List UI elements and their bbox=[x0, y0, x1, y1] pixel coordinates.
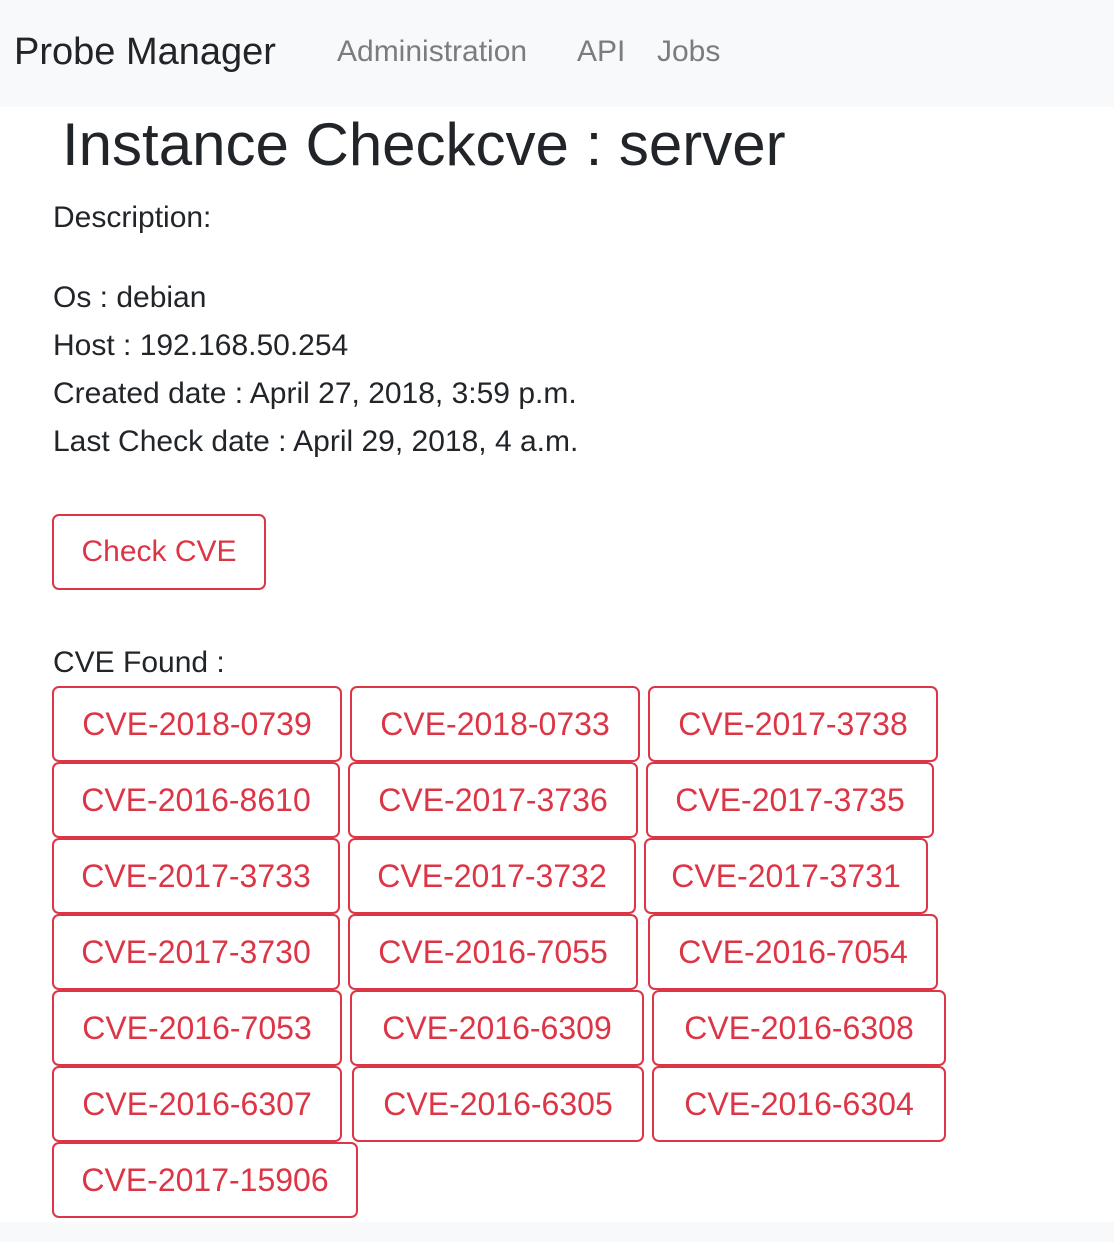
footer-strip bbox=[0, 1222, 1114, 1242]
cve-button[interactable]: CVE-2017-3736 bbox=[348, 762, 638, 838]
cve-button[interactable]: CVE-2017-3732 bbox=[348, 838, 636, 914]
cve-button[interactable]: CVE-2017-3731 bbox=[644, 838, 928, 914]
cve-button[interactable]: CVE-2017-3733 bbox=[52, 838, 340, 914]
os-info: Os : debian bbox=[53, 281, 207, 314]
cve-button[interactable]: CVE-2016-7054 bbox=[648, 914, 938, 990]
host-info: Host : 192.168.50.254 bbox=[53, 329, 349, 362]
cve-button[interactable]: CVE-2017-15906 bbox=[52, 1142, 358, 1218]
check-cve-button[interactable]: Check CVE bbox=[52, 514, 266, 590]
cve-found-label: CVE Found : bbox=[53, 646, 225, 679]
page-title: Instance Checkcve : server bbox=[62, 111, 786, 178]
top-navbar: Probe Manager Administration API Jobs bbox=[0, 0, 1114, 107]
last-check-date-info: Last Check date : April 29, 2018, 4 a.m. bbox=[53, 425, 579, 458]
cve-button[interactable]: CVE-2016-7055 bbox=[348, 914, 638, 990]
cve-button[interactable]: CVE-2016-6308 bbox=[652, 990, 946, 1066]
cve-button[interactable]: CVE-2018-0739 bbox=[52, 686, 342, 762]
cve-button[interactable]: CVE-2017-3735 bbox=[646, 762, 934, 838]
description-label: Description: bbox=[53, 201, 212, 234]
cve-button[interactable]: CVE-2016-8610 bbox=[52, 762, 340, 838]
cve-button[interactable]: CVE-2016-6309 bbox=[350, 990, 644, 1066]
cve-button[interactable]: CVE-2016-7053 bbox=[52, 990, 342, 1066]
nav-api-link[interactable]: API bbox=[577, 34, 625, 70]
cve-button[interactable]: CVE-2016-6305 bbox=[352, 1066, 644, 1142]
cve-button[interactable]: CVE-2018-0733 bbox=[350, 686, 640, 762]
nav-administration-link[interactable]: Administration bbox=[337, 34, 527, 70]
cve-button[interactable]: CVE-2016-6307 bbox=[52, 1066, 342, 1142]
cve-button[interactable]: CVE-2017-3738 bbox=[648, 686, 938, 762]
created-date-info: Created date : April 27, 2018, 3:59 p.m. bbox=[53, 377, 577, 410]
cve-button[interactable]: CVE-2017-3730 bbox=[52, 914, 340, 990]
nav-jobs-link[interactable]: Jobs bbox=[657, 34, 720, 70]
brand-link[interactable]: Probe Manager bbox=[14, 30, 276, 74]
cve-button[interactable]: CVE-2016-6304 bbox=[652, 1066, 946, 1142]
